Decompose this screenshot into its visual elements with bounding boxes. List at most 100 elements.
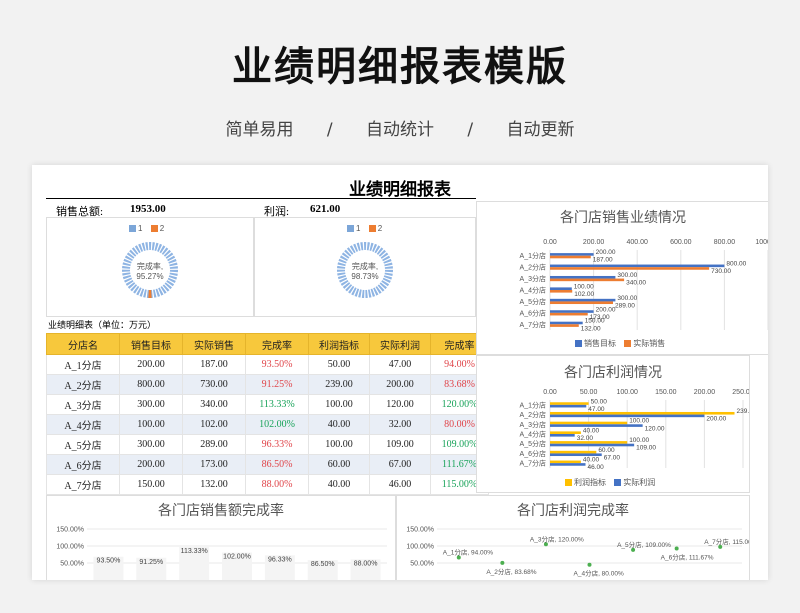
data-label: 100.00 [574,283,594,290]
table-cell: 102.00 [182,414,246,435]
tick-label: 200.00 [583,239,605,246]
chart-legend: 销售目标 实际销售 [569,338,665,349]
category-label: A_5分店 [520,439,546,448]
tick-label: 50.00 [580,389,598,396]
tick-label: 150.00% [56,527,84,534]
legend-swatch-1 [347,225,354,233]
table-cell: 132.00 [182,474,246,495]
data-label: 120.00 [645,425,665,432]
subtitle-sep-1: / [326,120,333,140]
table-cell: 40.00 [308,414,370,435]
data-label: 289.00 [615,302,635,309]
chart-svg-sales: 0.00 200.00 400.00 600.00 800.00 1000.00 A_1分店… [520,239,768,332]
chart-profit: 各门店利润情况 0.00 50.00 100.00 150.00 200.00 250.0… [476,355,750,493]
bar [550,278,625,282]
chart-sales-completion: 各门店销售额完成率 150.00% 100.00% 50.00% 93.50% 91.2… [46,495,396,580]
data-label: 96.33% [268,556,292,563]
data-label: 102.00% [223,554,251,561]
table-cell: 46.00 [369,474,431,495]
data-label: 46.00 [588,464,605,471]
table-cell: 800.00 [119,374,183,395]
data-label: 102.00 [574,291,594,298]
donut-panel-profit: 1 2 完成率, 98.73% [254,217,476,317]
bar [550,253,594,256]
table-cell: A_4分店 [46,414,120,435]
legend-label-1: 1 [138,224,143,233]
bar [550,264,725,268]
data-label: A_3分店, 120.00% [530,534,584,543]
table-cell: A_1分店 [46,354,120,375]
donut-legend: 1 2 [347,224,382,233]
table-cell: 200.00 [369,374,431,395]
data-point [674,546,679,551]
table-cell: 100.00 [119,414,183,435]
data-label: 239.00 [737,408,749,415]
col-actual-profit: 实际利润 [369,333,431,355]
tick-label: 0.00 [543,389,557,396]
donut-label-text: 完成率, [351,262,379,271]
table-cell: 50.00 [308,354,370,375]
table-row: A_3分店 300.00 340.00 113.33% 100.00 120.00 120.… [46,394,489,415]
legend-swatch [565,479,572,487]
category-label: A_6分店 [520,449,546,458]
data-label: 40.00 [583,457,600,464]
legend-swatch-2 [368,225,376,233]
legend-swatch-1 [129,225,136,233]
table-cell: 300.00 [119,394,183,415]
table-cell: A_2分店 [46,374,120,395]
table-cell: 200.00 [119,454,183,475]
data-label: A_7分店, 115.00% [704,537,749,546]
table-cell: 60.00 [308,454,370,475]
tick-label: 50.00% [60,561,84,568]
bar [550,290,573,293]
donut-panel-sales: 1 2 完成率, 95.27% [46,217,254,317]
bar [550,404,587,408]
sales-total-value: 1953.00 [130,203,166,215]
table-cell: 93.50% [245,354,309,375]
data-label: A_1分店, 94.00% [443,548,493,557]
legend-label-2: 2 [377,224,383,233]
legend-label-1: 1 [356,224,361,233]
category-label: A_2分店 [520,410,546,419]
bar [550,324,579,327]
data-label: 93.50% [97,558,121,565]
table-cell: A_5分店 [46,434,120,455]
tick-label: 1000.00 [755,239,768,246]
chart-svg-profit: 0.00 50.00 100.00 150.00 200.00 250.00 A_1分店 50… [520,389,749,471]
table-cell: 32.00 [369,414,431,435]
bar [550,450,597,454]
data-label: 100.00 [629,418,649,425]
donut-label-profit: 完成率, 98.73% [346,262,384,282]
legend-label: 销售目标 [584,339,616,348]
bar [550,310,594,313]
col-sales-target: 销售目标 [119,333,183,355]
donut-label-value: 95.27% [136,272,164,281]
data-label: 47.00 [588,406,605,413]
data-label: 60.00 [598,447,615,454]
table-cell: 173.00 [182,454,246,475]
table-cell: 340.00 [182,394,246,415]
data-label: 200.00 [596,249,616,256]
legend-label: 利润指标 [574,478,606,487]
bar [550,298,616,302]
tick-label: 800.00 [714,239,736,246]
category-label: A_3分店 [520,420,546,429]
category-label: A_4分店 [520,286,546,295]
table-cell: 730.00 [182,374,246,395]
table-cell: 120.00 [369,394,431,415]
table-cell: 100.00 [308,394,370,415]
category-label: A_4分店 [520,430,546,439]
table-cell: 239.00 [308,374,370,395]
table-cell: 67.00 [369,454,431,475]
data-label: 340.00 [626,280,646,287]
table-header-row: 分店名 销售目标 实际销售 完成率 利润指标 实际利润 完成率 [46,333,489,355]
category-label: A_3分店 [520,274,546,283]
table-cell: 289.00 [182,434,246,455]
data-label: 800.00 [726,261,746,268]
table-row: A_2分店 800.00 730.00 91.25% 239.00 200.00 83.68… [46,374,489,395]
tick-label: 150.00 [655,389,677,396]
tick-label: 600.00 [670,239,692,246]
bar [550,460,581,464]
legend-label: 实际利润 [623,478,656,487]
subtitle-item-2: 自动统计 [366,120,434,140]
